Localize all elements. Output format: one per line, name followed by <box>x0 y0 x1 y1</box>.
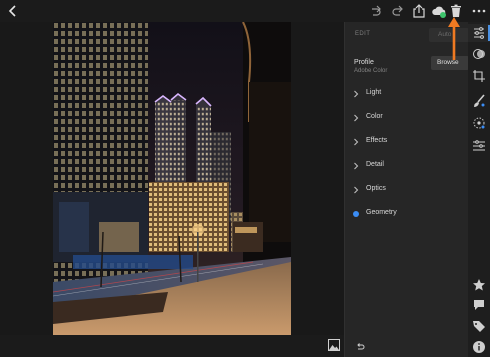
section-label: Effects <box>366 137 388 144</box>
selective-icon[interactable] <box>472 116 486 130</box>
undo-icon[interactable] <box>390 3 406 19</box>
edit-panel-title: EDIT <box>355 31 371 37</box>
profile-value: Adobe Color <box>354 68 388 74</box>
chevron-right-icon <box>354 162 359 170</box>
versions-icon[interactable] <box>472 138 486 152</box>
chevron-right-icon <box>354 90 359 98</box>
chevron-right-icon <box>354 138 359 146</box>
edit-sliders-icon[interactable] <box>472 26 486 40</box>
cloud-sync-icon[interactable] <box>431 3 447 19</box>
share-icon[interactable] <box>411 3 427 19</box>
top-toolbar <box>0 0 490 22</box>
chevron-right-icon <box>354 114 359 122</box>
section-label: Geometry <box>366 209 397 216</box>
comment-icon[interactable] <box>472 298 486 312</box>
healing-brush-icon[interactable] <box>472 94 486 108</box>
before-after-icon[interactable] <box>328 339 340 351</box>
photo-canvas[interactable] <box>0 22 344 335</box>
section-label: Light <box>366 89 382 96</box>
canvas-bottom-bar <box>0 335 344 357</box>
section-optics[interactable]: Optics <box>345 180 469 200</box>
section-light[interactable]: Light <box>345 84 469 104</box>
section-label: Detail <box>366 161 384 168</box>
redo-icon[interactable] <box>367 3 383 19</box>
reset-undo-icon[interactable] <box>355 342 365 352</box>
right-tool-rail <box>468 22 490 357</box>
section-effects[interactable]: Effects <box>345 132 469 152</box>
crop-icon[interactable] <box>472 69 486 83</box>
annotation-arrow-icon <box>448 17 460 60</box>
info-icon[interactable] <box>472 340 486 354</box>
star-icon[interactable] <box>472 278 486 292</box>
section-geometry[interactable]: Geometry <box>345 204 469 224</box>
section-color[interactable]: Color <box>345 108 469 128</box>
more-icon[interactable] <box>471 3 487 19</box>
profile-label: Profile <box>354 59 374 66</box>
back-icon[interactable] <box>6 4 20 18</box>
section-detail[interactable]: Detail <box>345 156 469 176</box>
edit-panel: EDIT Auto Profile Adobe Color Browse Lig… <box>344 22 469 357</box>
geometry-modified-dot-icon <box>353 211 359 217</box>
chevron-right-icon <box>354 186 359 194</box>
section-label: Optics <box>366 185 386 192</box>
tag-icon[interactable] <box>472 319 486 333</box>
city-night-photo[interactable] <box>53 22 291 335</box>
section-label: Color <box>366 113 383 120</box>
city-night-image <box>53 22 291 335</box>
presets-icon[interactable] <box>472 47 486 61</box>
